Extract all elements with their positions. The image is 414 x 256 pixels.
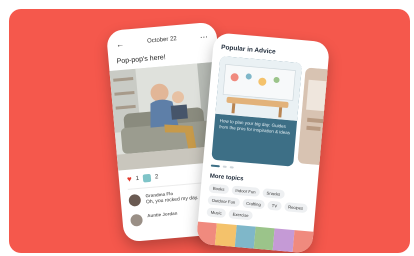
- heart-count: 1: [135, 175, 140, 182]
- hero-card-background: ← October 22 ⋯ Pop-pop's here! ♥ 1 2 Gra…: [9, 9, 410, 253]
- topic-chip[interactable]: Exercise: [228, 209, 254, 221]
- pagination-dot[interactable]: [222, 165, 227, 168]
- topic-chip[interactable]: TV: [267, 200, 282, 211]
- post-date: October 22: [146, 36, 178, 45]
- comment-icon[interactable]: [142, 173, 152, 183]
- featured-article-card[interactable]: How to plan your big day: Guides from th…: [211, 55, 303, 167]
- pagination-dot[interactable]: [229, 166, 234, 169]
- article-illustration: [215, 55, 303, 121]
- advice-carousel[interactable]: How to plan your big day: Guides from th…: [203, 55, 331, 169]
- phone-advice-view: Popular in Advice How to plan your big d…: [195, 32, 331, 253]
- bottom-illustration-strip: [195, 221, 314, 253]
- avatar[interactable]: [128, 193, 142, 207]
- comment-author: Auntie Jordan: [146, 210, 178, 219]
- more-icon[interactable]: ⋯: [198, 32, 209, 42]
- next-article-card[interactable]: [297, 67, 331, 166]
- back-arrow-icon[interactable]: ←: [115, 39, 126, 49]
- topic-chip[interactable]: Snacks: [262, 188, 285, 200]
- pagination-dot[interactable]: [210, 164, 220, 168]
- comment-count: 2: [154, 173, 159, 180]
- avatar[interactable]: [130, 213, 144, 227]
- article-title: How to plan your big day: Guides from th…: [219, 118, 291, 136]
- topic-chip[interactable]: Books: [208, 183, 229, 195]
- topic-chip[interactable]: Recipes: [283, 202, 308, 214]
- topic-chip[interactable]: Music: [206, 207, 227, 218]
- topic-chip[interactable]: Crafting: [241, 198, 266, 210]
- heart-icon[interactable]: ♥: [127, 175, 133, 184]
- topic-chip[interactable]: Indoor Fun: [231, 185, 260, 197]
- topic-chip[interactable]: Outdoor Fun: [207, 195, 240, 208]
